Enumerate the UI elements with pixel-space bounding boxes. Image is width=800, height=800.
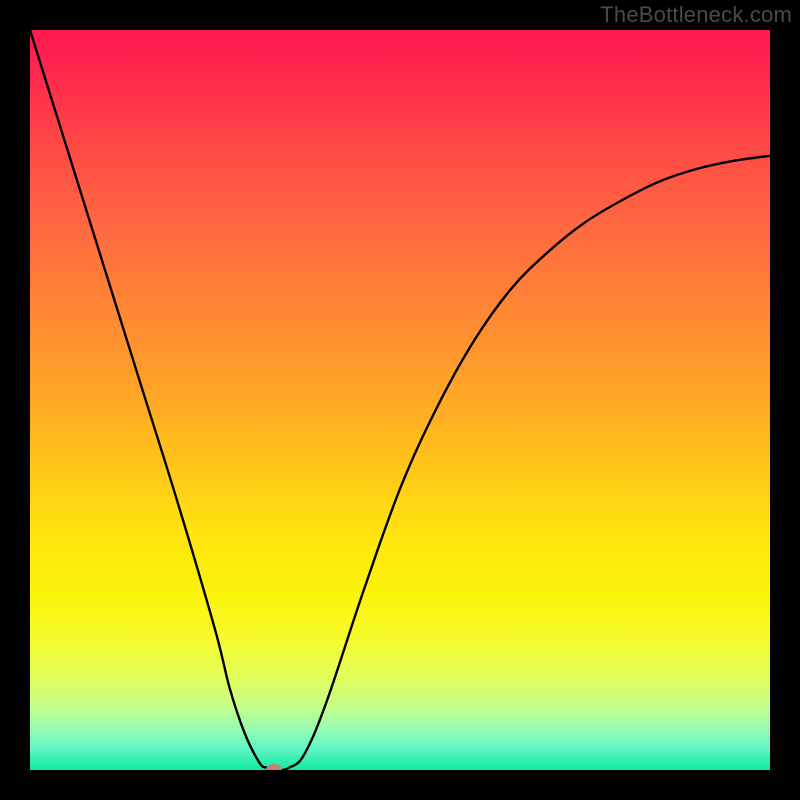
bottleneck-curve xyxy=(30,30,770,770)
chart-frame: TheBottleneck.com xyxy=(0,0,800,800)
plot-area xyxy=(30,30,770,770)
watermark-text: TheBottleneck.com xyxy=(600,2,792,28)
optimal-point-marker xyxy=(266,764,282,770)
